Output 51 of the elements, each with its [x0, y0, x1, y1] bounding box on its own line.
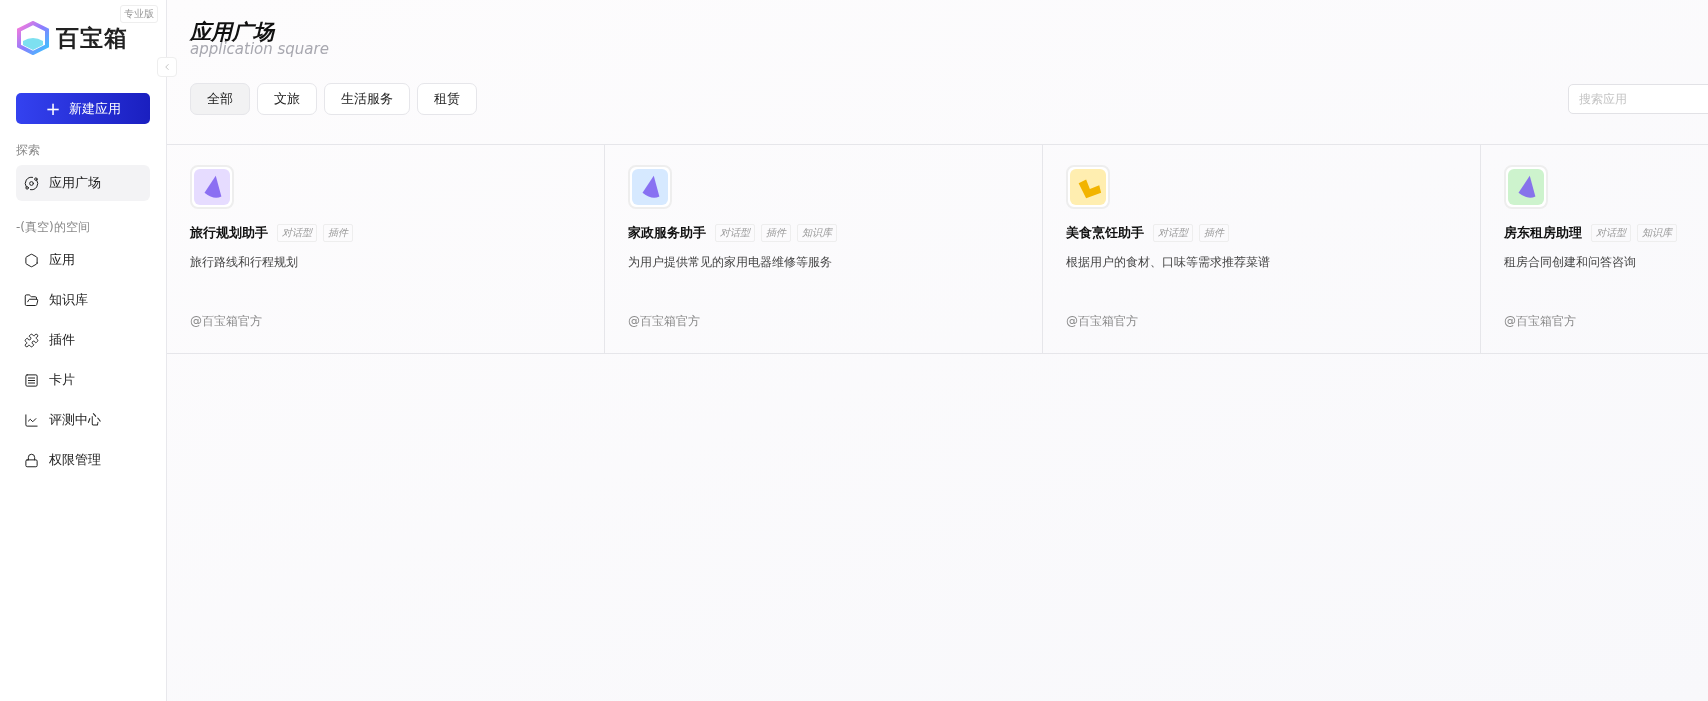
sidebar-item[interactable]: 权限管理	[16, 442, 150, 478]
app-card[interactable]: 旅行规划助手 对话型 插件 旅行路线和行程规划 @百宝箱官方	[167, 145, 605, 353]
app-author: @百宝箱官方	[628, 313, 701, 330]
app-author: @百宝箱官方	[1066, 313, 1139, 330]
app-tag: 对话型	[1153, 224, 1193, 242]
edition-badge: 专业版	[120, 5, 158, 23]
app-card[interactable]: 房东租房助理 对话型 知识库 租房合同创建和问答咨询 @百宝箱官方	[1481, 145, 1708, 353]
app-tag: 知识库	[1637, 224, 1677, 242]
app-name: 房东租房助理	[1504, 224, 1582, 242]
app-tag: 插件	[323, 224, 353, 242]
app-tag: 知识库	[797, 224, 837, 242]
sidebar-item[interactable]: 应用	[16, 242, 150, 278]
filter-tab[interactable]: 租赁	[417, 83, 477, 115]
section-title: -(真空)的空间	[16, 219, 91, 236]
filter-tab[interactable]: 生活服务	[324, 83, 410, 115]
sidebar-item[interactable]: 评测中心	[16, 402, 150, 438]
app-tag: 对话型	[715, 224, 755, 242]
logo-text: 百宝箱	[56, 23, 128, 53]
search-field[interactable]: 搜索应用	[1568, 84, 1708, 114]
collapse-button[interactable]	[157, 57, 177, 77]
app-description: 旅行路线和行程规划	[190, 254, 299, 271]
folder-icon	[24, 292, 39, 308]
app-tag: 插件	[1199, 224, 1229, 242]
new-app-button[interactable]: + 新建应用	[16, 93, 150, 124]
puzzle-icon	[24, 332, 39, 348]
filter-tab[interactable]: 全部	[190, 83, 250, 115]
app-tag: 对话型	[277, 224, 317, 242]
app-author: @百宝箱官方	[1504, 313, 1577, 330]
sidebar-item[interactable]: 知识库	[16, 282, 150, 318]
app-description: 为用户提供常见的家用电器维修等服务	[628, 254, 833, 271]
app-author: @百宝箱官方	[190, 313, 263, 330]
app-name: 家政服务助手	[628, 224, 706, 242]
section-title: 探索	[16, 142, 41, 159]
app-card[interactable]: 美食烹饪助手 对话型 插件 根据用户的食材、口味等需求推荐菜谱 @百宝箱官方	[1043, 145, 1481, 353]
app-name: 旅行规划助手	[190, 224, 268, 242]
app-description: 根据用户的食材、口味等需求推荐菜谱	[1066, 254, 1271, 271]
sidebar-item[interactable]: 卡片	[16, 362, 150, 398]
app-name: 美食烹饪助手	[1066, 224, 1144, 242]
app-description: 租房合同创建和问答咨询	[1504, 254, 1637, 271]
sidebar-item[interactable]: 插件	[16, 322, 150, 358]
chart-icon	[24, 412, 39, 428]
filter-tab[interactable]: 文旅	[257, 83, 317, 115]
app-tag: 插件	[761, 224, 791, 242]
planet-icon	[24, 175, 39, 191]
app-tag: 对话型	[1591, 224, 1631, 242]
lock-icon	[24, 452, 39, 468]
chevron-left-icon	[162, 62, 172, 72]
app-card[interactable]: 家政服务助手 对话型 插件 知识库 为用户提供常见的家用电器维修等服务 @百宝箱官方	[605, 145, 1043, 353]
card-icon	[24, 372, 39, 388]
sidebar-item[interactable]: 应用广场	[16, 165, 150, 201]
logo-icon	[16, 21, 50, 55]
